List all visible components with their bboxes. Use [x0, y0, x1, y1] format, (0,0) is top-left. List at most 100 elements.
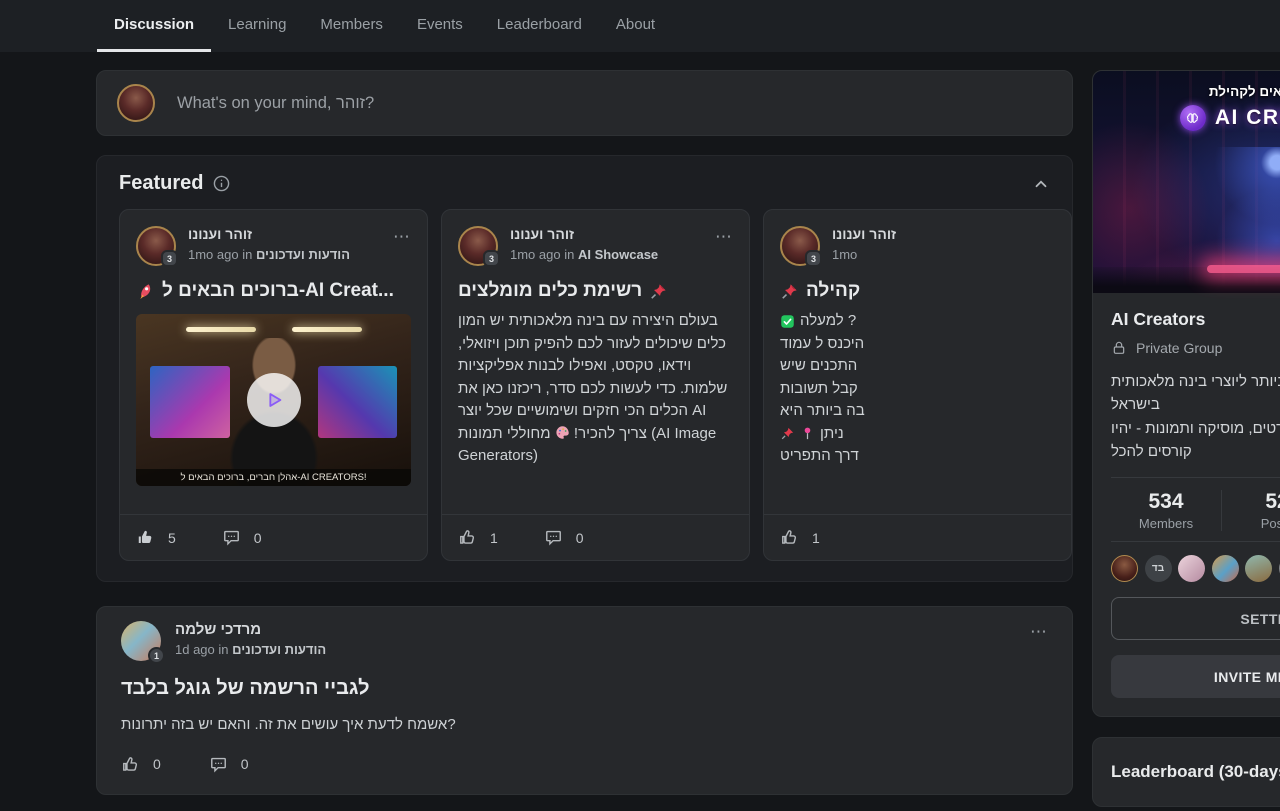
author-name[interactable]: זוהר וענונו [188, 226, 252, 242]
check-emoji-icon [780, 314, 795, 329]
feed-column: What's on your mind, זוהר? Featured 3 זו… [96, 70, 1073, 795]
post-card[interactable]: 1 מרדכי שלמה 1d ago in הודעות ועדכונים ⋯… [96, 606, 1073, 795]
pushpin-emoji-icon [780, 282, 799, 301]
avatar[interactable]: 3 [780, 226, 820, 266]
featured-card-welcome[interactable]: 3 זוהר וענונו 1mo ago in הודעות ועדכונים… [119, 209, 428, 561]
like-count: 0 [153, 756, 161, 772]
member-avatar[interactable]: בד [1145, 555, 1172, 582]
palette-emoji-icon [555, 425, 570, 440]
kebab-menu-icon[interactable]: ⋯ [393, 226, 411, 245]
post-composer[interactable]: What's on your mind, זוהר? [96, 70, 1073, 136]
level-badge: 3 [805, 250, 822, 267]
comment-button[interactable]: 0 [222, 528, 262, 547]
post-meta: 1mo [832, 247, 896, 262]
tab-members[interactable]: Members [303, 0, 400, 52]
post-meta: 1d ago in הודעות ועדכונים [175, 642, 326, 657]
avatar[interactable]: 3 [136, 226, 176, 266]
like-button[interactable]: 0 [121, 755, 161, 774]
kebab-menu-icon[interactable]: ⋯ [715, 226, 733, 245]
category-link[interactable]: הודעות ועדכונים [232, 642, 326, 657]
post-meta: 1mo ago in הודעות ועדכונים [188, 247, 350, 262]
like-count: 1 [812, 530, 820, 546]
group-banner-image: ברוכים הבאים לקהילת AI CREATORS [1093, 71, 1280, 293]
post-title[interactable]: רשימת כלים מומלצים [458, 280, 733, 302]
comment-count: 0 [254, 530, 262, 546]
tab-about[interactable]: About [599, 0, 672, 52]
member-avatar[interactable] [1178, 555, 1205, 582]
author-name[interactable]: מרדכי שלמה [175, 621, 261, 638]
invite-members-button[interactable]: INVITE MEMBERS [1111, 655, 1280, 698]
avatar[interactable]: 1 [121, 621, 161, 661]
stat-members[interactable]: 534 Members [1111, 490, 1221, 531]
thumbs-up-filled-icon [136, 528, 155, 547]
level-badge: 3 [161, 250, 178, 267]
member-avatar[interactable] [1212, 555, 1239, 582]
tab-discussion[interactable]: Discussion [97, 0, 211, 52]
featured-section: Featured 3 זוהר וענונו 1mo ago in הודעות… [96, 155, 1073, 582]
like-button[interactable]: 5 [136, 528, 176, 547]
comment-count: 0 [241, 756, 249, 772]
banner-logo-text: AI CREATORS [1215, 106, 1280, 130]
member-avatar[interactable] [1245, 555, 1272, 582]
comment-icon [544, 528, 563, 547]
chevron-up-icon[interactable] [1032, 175, 1050, 193]
post-meta: 1mo ago in AI Showcase [510, 247, 658, 262]
group-name: AI Creators [1111, 309, 1280, 330]
comment-button[interactable]: 0 [209, 755, 249, 774]
group-sidebar: ברוכים הבאים לקהילת AI CREATORS AI Creat… [1092, 70, 1280, 807]
featured-carousel: 3 זוהר וענונו 1mo ago in הודעות ועדכונים… [119, 209, 1072, 561]
banner-welcome-text: ברוכים הבאים לקהילת [1093, 84, 1280, 99]
info-icon[interactable] [213, 175, 230, 192]
tab-learning[interactable]: Learning [211, 0, 303, 52]
comment-icon [209, 755, 228, 774]
like-count: 5 [168, 530, 176, 546]
rocket-emoji-icon [136, 282, 155, 301]
settings-button[interactable]: SETTINGS [1111, 597, 1280, 640]
post-body: אשמח לדעת איך עושים את זה. והאם יש בזה י… [121, 714, 1048, 737]
featured-title: Featured [119, 172, 203, 195]
banner-figure [1182, 147, 1280, 277]
featured-card-community[interactable]: 3 זוהר וענונו 1mo קהילה למעלה ? היכנס ל … [763, 209, 1072, 561]
category-link[interactable]: הודעות ועדכונים [256, 247, 350, 262]
video-thumbnail[interactable]: אהלן חברים, ברוכים הבאים ל-AI CREATORS! [136, 314, 411, 486]
post-title[interactable]: קהילה [780, 280, 1055, 302]
composer-placeholder: What's on your mind, זוהר? [177, 94, 374, 113]
post-title[interactable]: ברוכים הבאים ל-AI Creat... [136, 280, 411, 302]
kebab-menu-icon[interactable]: ⋯ [1030, 621, 1048, 640]
like-button[interactable]: 1 [780, 528, 820, 547]
top-nav: Discussion Learning Members Events Leade… [0, 0, 1280, 52]
leaderboard-title: Leaderboard (30-days) [1111, 762, 1280, 782]
divider [1111, 541, 1280, 542]
studio-light [292, 327, 362, 332]
level-badge: 1 [148, 647, 165, 664]
post-title[interactable]: לגביי הרשמה של גוגל בלבד [121, 677, 1048, 700]
group-description: הקהילה המקצועית ביותר ליוצרי בינה מלאכות… [1111, 370, 1280, 463]
thumbs-up-icon [458, 528, 477, 547]
tab-events[interactable]: Events [400, 0, 480, 52]
comment-count: 0 [576, 530, 584, 546]
member-avatar[interactable] [1111, 555, 1138, 582]
studio-light [186, 327, 256, 332]
group-card: ברוכים הבאים לקהילת AI CREATORS AI Creat… [1092, 70, 1280, 717]
round-pin-emoji-icon [800, 426, 815, 441]
author-name[interactable]: זוהר וענונו [510, 226, 574, 242]
category-link[interactable]: AI Showcase [578, 247, 658, 262]
pushpin-emoji-icon [780, 426, 795, 441]
thumbs-up-icon [121, 755, 140, 774]
post-body: למעלה ? היכנס ל עמוד התכנים שיש קבל תשוב… [780, 310, 1055, 468]
group-stats: 534 Members 52 Posts 1 Admin [1111, 478, 1280, 541]
tab-leaderboard[interactable]: Leaderboard [480, 0, 599, 52]
avatar [117, 84, 155, 122]
avatar[interactable]: 3 [458, 226, 498, 266]
level-badge: 3 [483, 250, 500, 267]
banner-keyboard-glow [1207, 265, 1280, 273]
play-button-icon[interactable] [247, 373, 301, 427]
brain-emoji-icon [1180, 105, 1206, 131]
comment-button[interactable]: 0 [544, 528, 584, 547]
featured-card-tools[interactable]: 3 זוהר וענונו 1mo ago in AI Showcase ⋯ ר… [441, 209, 750, 561]
like-button[interactable]: 1 [458, 528, 498, 547]
stat-posts[interactable]: 52 Posts [1221, 490, 1280, 531]
privacy-label: Private Group [1136, 340, 1222, 356]
like-count: 1 [490, 530, 498, 546]
author-name[interactable]: זוהר וענונו [832, 226, 896, 242]
